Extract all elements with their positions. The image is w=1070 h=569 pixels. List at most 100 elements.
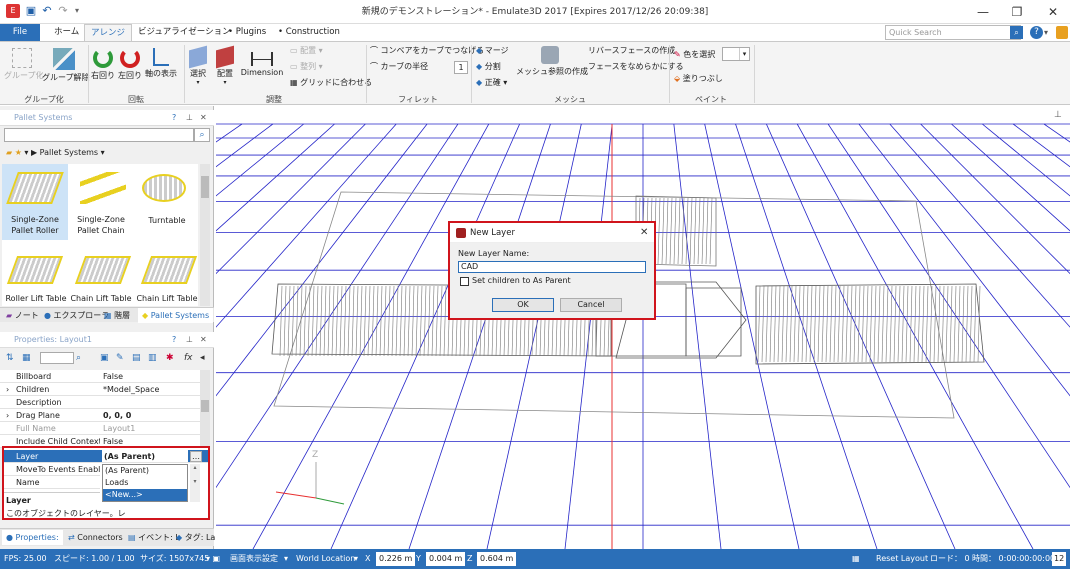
catalog-item-label[interactable]: Roller Lift Table [2,294,70,303]
speed-readout[interactable]: スピード: 1.00 / 1.00 [54,549,135,569]
more-icon[interactable]: ◂ [200,350,205,366]
help-icon[interactable]: ? [1030,26,1043,39]
help-icon[interactable]: ? [172,332,176,348]
tab-construction[interactable]: • Construction [272,24,346,41]
dropdown-scrollbar[interactable]: ▴ ▾ [190,464,200,502]
z-coordinate[interactable]: 0.604 m [477,552,517,566]
dimension-button[interactable]: Dimension [240,48,284,77]
tab-notes[interactable]: ▰ ノート [2,308,43,323]
fill-button[interactable]: ⬙ 塗りつぶし [674,72,723,86]
redo-icon[interactable]: ↷ [56,4,70,18]
grid-toggle-icon[interactable]: ▦ [852,549,860,569]
ungroup-button[interactable]: グループ解除 [42,48,90,83]
tab-arrange[interactable]: アレンジ [84,24,133,41]
x-coordinate[interactable]: 0.226 m [376,552,416,566]
brush-icon[interactable]: ✎ [116,350,124,366]
pallet-chain-icon[interactable] [80,172,126,204]
tab-tags[interactable]: ◆ タグ: La [172,530,219,545]
world-location-label[interactable]: World Location [296,549,355,569]
reset-layout-button[interactable]: Reset Layout [876,549,928,569]
options-icon[interactable]: ▾ [1044,26,1054,39]
event-icon[interactable]: ✱ [166,350,174,366]
catalog-item-label[interactable]: Single-Zone Pallet Chain [68,214,134,236]
expand-icon[interactable]: › [6,409,9,421]
show-axis-button[interactable]: 軸の表示 [144,48,178,79]
property-row[interactable]: Name [4,476,100,489]
turntable-icon[interactable] [142,174,186,202]
set-children-checkbox[interactable] [460,277,469,286]
catalog-item-label[interactable]: Chain Lift Table [68,294,134,303]
pin-icon[interactable]: ⊥ [186,110,193,126]
sort-icon[interactable]: ⇅ [6,350,14,366]
property-row[interactable]: › Drag Plane 0, 0, 0 [0,409,200,422]
property-scrollbar[interactable] [200,370,210,448]
pick-color-button[interactable]: ✎ 色を選択 [674,48,715,62]
tab-hierarchy[interactable]: ▦ 階層 [100,308,134,323]
align-button[interactable]: ▭ 整列 ▾ [290,60,323,74]
nav-icon[interactable]: ▾ ▣ [206,549,220,569]
rotate-ccw-button[interactable]: 左回り [117,48,143,81]
tab-visualization[interactable]: ビジュアライゼーション [132,24,237,41]
user-icon[interactable] [1056,26,1068,39]
normal-button[interactable]: ◆ 正確 ▾ [476,76,507,90]
script-icon[interactable]: ▥ [148,350,157,366]
place-button[interactable]: 配置 ▾ [212,45,238,86]
tab-file[interactable]: File [0,24,40,41]
close-icon[interactable]: ✕ [640,223,648,243]
tab-pallet-systems[interactable]: ◆ Pallet Systems [138,308,214,323]
tab-home[interactable]: ホーム [48,24,85,41]
ok-button[interactable]: OK [492,298,554,312]
chain-lift-icon[interactable] [140,256,198,284]
property-row-layer[interactable]: Layer (As Parent)… [4,450,208,463]
tab-plugins[interactable]: • Plugins [222,24,272,41]
reverse-face-button[interactable]: リバースフェースの作成 [588,44,675,58]
pin-icon[interactable]: ⊥ [1054,110,1062,120]
maximize-button[interactable]: ❐ [1000,0,1034,24]
display-settings-button[interactable]: 画面表示設定 [230,549,278,569]
search-icon[interactable]: ⌕ [194,128,210,142]
quick-search-input[interactable]: Quick Search [885,25,1021,40]
catalog-item-label[interactable]: Single-Zone Pallet Roller [2,214,68,236]
close-button[interactable]: ✕ [1036,0,1070,24]
close-icon[interactable]: ✕ [200,332,207,348]
undo-icon[interactable]: ↶ [40,4,54,18]
conveyor-curve-button[interactable]: ⌒ コンベアをカーブでつなげる [370,44,484,58]
layer-select[interactable]: (As Parent) [102,450,188,462]
curve-radius-input[interactable]: 1 [454,61,468,74]
select-button[interactable]: 選択 ▾ [186,45,210,86]
display-settings-dropdown[interactable]: ▾ [284,549,288,569]
layer-name-input[interactable]: CAD [458,261,646,273]
qat-menu-icon[interactable]: ▾ [70,4,84,18]
catalog-item-label[interactable]: Turntable [134,216,200,225]
tab-connectors[interactable]: ⇄ Connectors [64,530,127,545]
category-icon[interactable]: ▦ [22,350,31,366]
cancel-button[interactable]: Cancel [560,298,622,312]
expand-icon[interactable]: › [6,383,9,395]
filter-icon[interactable]: ▤ [132,350,141,366]
property-row[interactable]: MoveTo Events Enable [4,463,100,476]
3d-viewport[interactable]: Z ⊥ [216,106,1070,549]
tool-icon[interactable]: ▣ [100,350,109,366]
arrange-button[interactable]: ▭ 配置 ▾ [290,44,323,58]
tab-properties[interactable]: ● Properties: [2,530,63,545]
property-row[interactable]: Full Name Layout1 [0,422,200,435]
pin-icon[interactable]: ⊥ [186,332,193,348]
rotate-cw-button[interactable]: 右回り [90,48,116,81]
catalog-item-label[interactable]: Chain Lift Table [134,294,200,303]
property-row[interactable]: › Children *Model_Space [0,383,200,396]
world-location-dropdown[interactable]: ▾ [354,549,358,569]
y-coordinate[interactable]: 0.004 m [426,552,466,566]
color-swatch-dropdown[interactable]: ▾ [722,47,750,61]
ellipsis-button[interactable]: … [190,451,202,462]
merge-button[interactable]: ◆ マージ [476,44,509,58]
snap-grid-button[interactable]: ▦ グリッドに合わせる [290,76,372,90]
split-button[interactable]: ◆ 分割 [476,60,501,74]
save-icon[interactable]: ▣ [24,4,38,18]
catalog-search-input[interactable] [4,128,194,142]
catalog-breadcrumb[interactable]: ▰ ★ ▾ ▶ Pallet Systems ▾ [6,146,105,160]
minimize-button[interactable]: — [966,0,1000,24]
help-icon[interactable]: ? [172,110,176,126]
roller-lift-icon[interactable] [6,256,64,284]
group-button[interactable]: グループ化 [4,48,44,81]
property-row[interactable]: Description [0,396,200,409]
